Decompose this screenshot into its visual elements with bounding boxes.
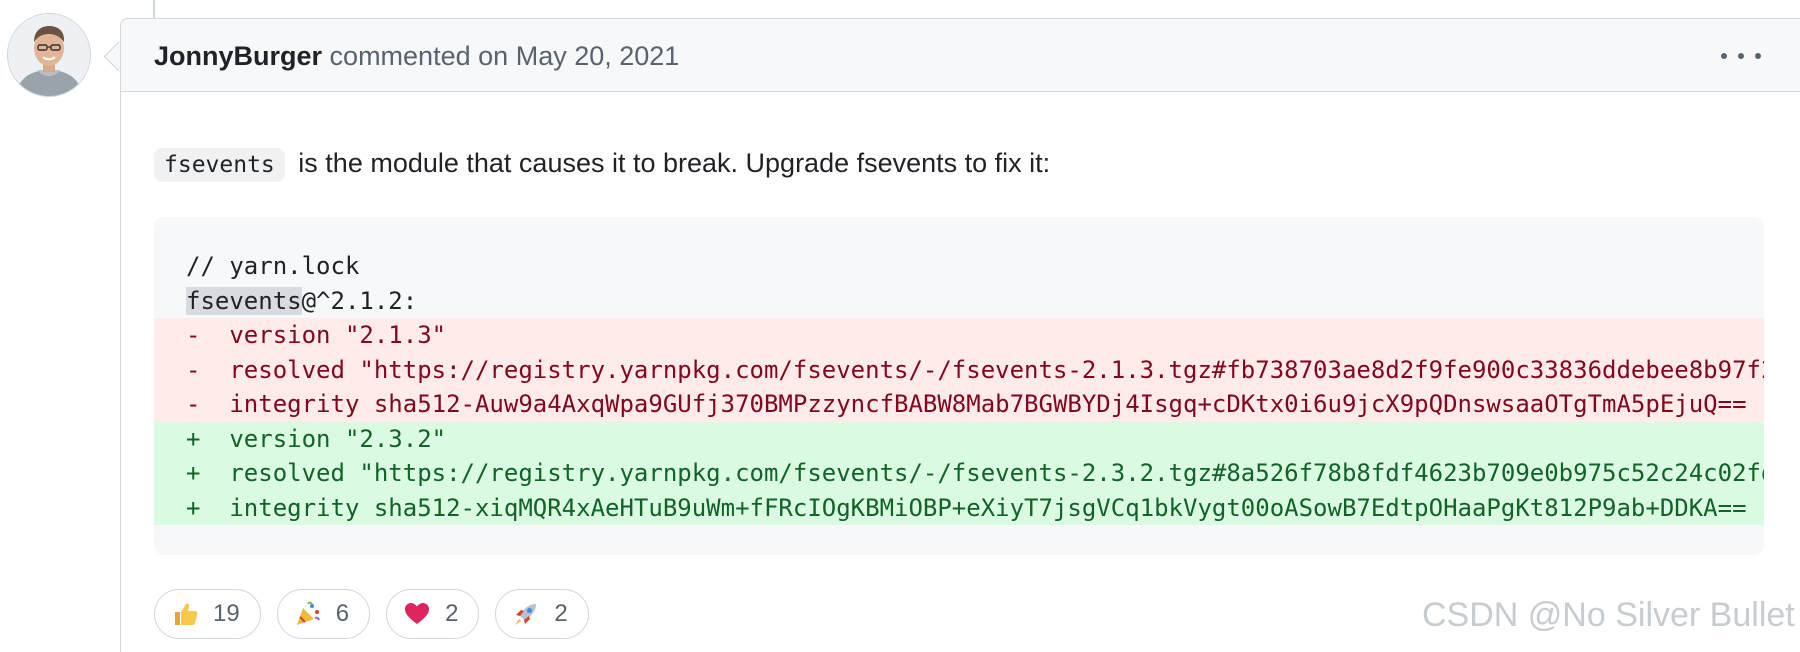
code-line: fsevents@^2.1.2: (186, 286, 418, 315)
reaction-thumbs-up-button[interactable]: 19 (154, 589, 261, 639)
heart-icon (403, 600, 431, 628)
party-popper-icon (294, 600, 322, 628)
comment-page: JonnyBurger commented on May 20, 2021 fs… (0, 0, 1800, 652)
code-lines: // yarn.lock fsevents@^2.1.2: - version … (154, 249, 1764, 525)
reaction-rocket-button[interactable]: 2 (495, 589, 589, 639)
reaction-count: 2 (554, 600, 568, 627)
comment-on-label: on (478, 41, 509, 71)
code-line-added: + integrity sha512-xiqMQR4xAeHTuB9uWm+fF… (154, 490, 1764, 525)
code-line: // yarn.lock (186, 252, 360, 280)
comment-header-text: JonnyBurger commented on May 20, 2021 (154, 39, 679, 73)
code-line-deleted: - resolved "https://registry.yarnpkg.com… (154, 352, 1764, 387)
kebab-horizontal-icon[interactable] (1721, 43, 1761, 69)
comment-header: JonnyBurger commented on May 20, 2021 (121, 19, 1800, 92)
comment-date-link[interactable]: May 20, 2021 (516, 41, 680, 71)
code-line-deleted: - integrity sha512-Auw9a4AxqWpa9GUfj370B… (154, 387, 1764, 422)
code-line-deleted: - version "2.1.3" (154, 318, 1764, 353)
reaction-count: 19 (213, 600, 240, 627)
code-block: // yarn.lock fsevents@^2.1.2: - version … (154, 217, 1764, 555)
reaction-count: 2 (445, 600, 459, 627)
code-line-added: + version "2.3.2" (154, 421, 1764, 456)
avatar[interactable] (8, 14, 90, 96)
timeline-line (153, 0, 155, 18)
inline-code: fsevents (154, 148, 285, 182)
reaction-count: 6 (335, 600, 350, 627)
reaction-party-button[interactable]: 6 (276, 589, 371, 639)
watermark: CSDN @No Silver Bullet (1422, 596, 1795, 634)
body-sentence: is the module that causes it to break. U… (298, 148, 1051, 178)
author-link[interactable]: JonnyBurger (154, 41, 322, 71)
reaction-heart-button[interactable]: 2 (386, 589, 480, 639)
comment-action: commented (329, 41, 471, 71)
highlighted-token: fsevents (186, 286, 302, 315)
reactions-bar: 19 6 2 2 (154, 589, 589, 639)
comment-body-text: fsevents is the module that causes it to… (154, 143, 1050, 185)
user-avatar-icon (8, 14, 90, 96)
thumbs-up-icon (171, 600, 199, 628)
code-line-added: + resolved "https://registry.yarnpkg.com… (154, 456, 1764, 491)
rocket-icon (512, 600, 540, 628)
comment-box: JonnyBurger commented on May 20, 2021 fs… (120, 18, 1800, 652)
